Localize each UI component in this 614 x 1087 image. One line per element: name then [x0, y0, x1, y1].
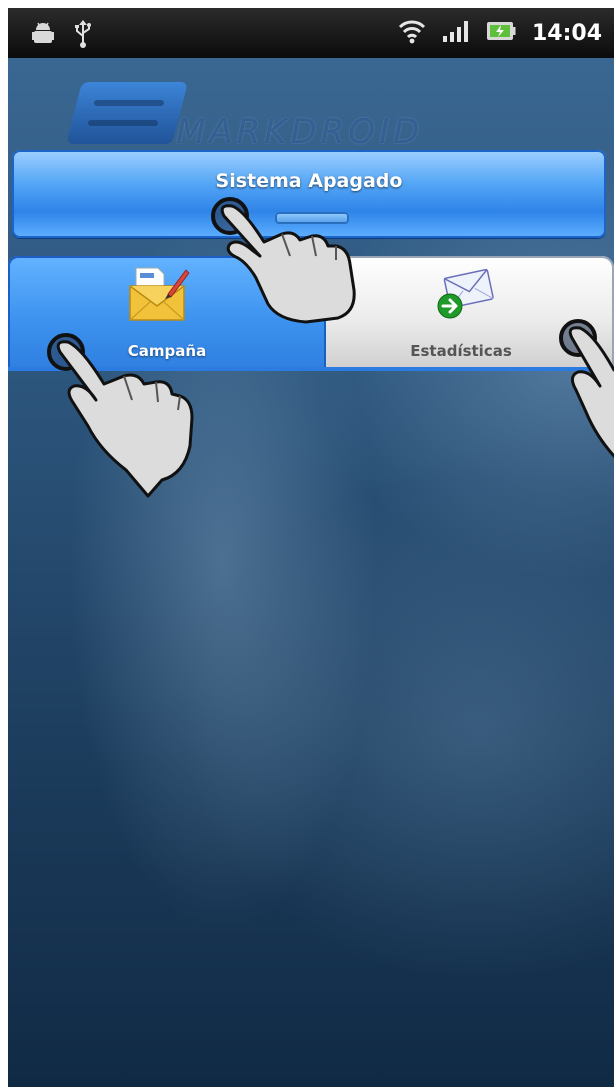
envelope-send-icon — [433, 264, 495, 326]
hand-tap-icon — [208, 194, 358, 328]
usb-icon — [74, 20, 92, 52]
system-status-label: Sistema Apagado — [215, 170, 403, 192]
status-clock: 14:04 — [531, 20, 602, 46]
app-logo: MARKDROID — [67, 78, 568, 152]
envelope-edit-icon — [128, 264, 190, 326]
logo-text: MARKDROID — [176, 112, 424, 152]
signal-icon — [442, 19, 470, 47]
status-right-icons: 14:04 — [398, 18, 602, 48]
status-bar: 14:04 — [8, 8, 614, 58]
wifi-icon — [398, 18, 426, 48]
battery-charging-icon — [486, 20, 516, 46]
hand-tap-icon — [44, 330, 194, 504]
status-left-icons — [32, 20, 92, 52]
app-screen: 14:04 MARKDROID Sistema Apagado Estadíst… — [8, 8, 614, 1087]
android-notification-icon — [32, 21, 54, 51]
hand-tap-icon — [556, 316, 614, 490]
